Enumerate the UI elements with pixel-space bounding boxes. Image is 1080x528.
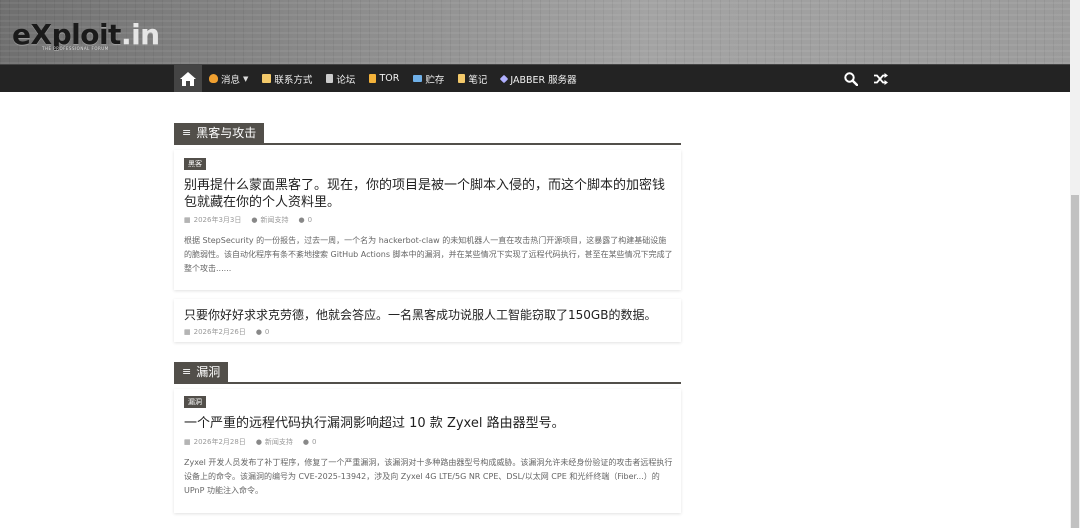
category-badge[interactable]: 漏洞: [184, 396, 206, 408]
section-heading-hacking: ≡ 黑客与攻击: [174, 123, 681, 145]
scrollbar-thumb[interactable]: [1071, 195, 1079, 528]
nav-label: 笔记: [468, 74, 488, 86]
nav-label: 贮存: [425, 74, 445, 86]
folder-icon: [413, 75, 423, 82]
post-meta: ▦ 2026年2月26日 ● 0: [184, 327, 269, 337]
category-badge[interactable]: 黑客: [184, 158, 206, 170]
nav-label: 论坛: [336, 74, 356, 86]
nav-item-notes[interactable]: 笔记: [451, 65, 494, 92]
nav-label: 消息: [221, 74, 241, 86]
flame-icon: [209, 74, 218, 83]
header-texture: [0, 0, 1080, 64]
nav-item-tor[interactable]: TOR: [362, 65, 406, 92]
site-header: eXploit.in THE PROFESSIONAL FORUM: [0, 0, 1080, 64]
nav-label: TOR: [379, 73, 400, 84]
nav-label: 联系方式: [274, 74, 313, 86]
nav-tools: [844, 65, 888, 92]
post-comments[interactable]: ● 0: [298, 216, 312, 224]
post-excerpt: 根据 StepSecurity 的一份报告，过去一周，一个名为 hackerbo…: [184, 236, 673, 273]
page-scrollbar[interactable]: [1070, 0, 1080, 528]
notebook-icon: [458, 74, 466, 83]
post-author-text: 新闻支持: [260, 216, 289, 224]
post-meta: ▦ 2026年2月28日 ● 新闻支持 ● 0: [184, 437, 317, 447]
section-title-tag[interactable]: ≡ 黑客与攻击: [174, 123, 265, 143]
chevron-down-icon: ▼: [243, 74, 249, 83]
post-comments[interactable]: ● 0: [256, 328, 270, 336]
post-comments-count: 0: [307, 216, 313, 224]
section-divider: [174, 382, 681, 384]
main-navbar: 消息 ▼ 联系方式 论坛 TOR 贮存 笔记 JABBER 服务器: [0, 64, 1080, 92]
logo-tagline: THE PROFESSIONAL FORUM: [42, 46, 109, 51]
comment-icon: ●: [255, 328, 262, 336]
section-heading-vulnerabilities: ≡ 漏洞: [174, 362, 681, 384]
notepad-icon: [262, 74, 272, 83]
user-icon: ●: [251, 216, 258, 224]
home-button[interactable]: [174, 65, 202, 92]
post-date-text: 2026年2月28日: [193, 438, 246, 446]
post-card: 黑客 别再提什么蒙面黑客了。现在，你的项目是被一个脚本入侵的，而这个脚本的加密钱…: [174, 150, 681, 290]
menu-lines-icon: ≡: [182, 365, 192, 378]
post-author-text: 新闻支持: [264, 438, 293, 446]
nav-item-jabber[interactable]: JABBER 服务器: [494, 65, 583, 92]
nav-item-contact[interactable]: 联系方式: [255, 65, 319, 92]
menu-lines-icon: ≡: [182, 126, 192, 139]
trash-icon: [326, 74, 334, 83]
post-date[interactable]: ▦ 2026年2月26日: [184, 327, 246, 337]
nav-item-forum[interactable]: 论坛: [319, 65, 362, 92]
calendar-icon: ▦: [184, 438, 191, 446]
post-meta: ▦ 2026年3月3日 ● 新闻支持 ● 0: [184, 215, 312, 225]
post-date-text: 2026年3月3日: [193, 216, 242, 224]
post-author[interactable]: ● 新闻支持: [256, 437, 293, 447]
section-title: 漏洞: [196, 365, 221, 379]
nav-label: JABBER 服务器: [510, 74, 577, 86]
lock-icon: [369, 74, 377, 83]
nav-item-storage[interactable]: 贮存: [406, 65, 451, 92]
rocket-icon: [500, 74, 509, 83]
post-comments[interactable]: ● 0: [303, 438, 317, 446]
post-date-text: 2026年2月26日: [193, 328, 246, 336]
post-excerpt: Zyxel 开发人员发布了补丁程序，修复了一个严重漏洞，该漏洞对十多种路由器型号…: [184, 458, 673, 495]
shuffle-icon[interactable]: [874, 72, 888, 85]
post-comments-count: 0: [264, 328, 270, 336]
search-icon[interactable]: [844, 71, 858, 86]
post-card: 漏洞 一个严重的远程代码执行漏洞影响超过 10 款 Zyxel 路由器型号。 ▦…: [174, 389, 681, 513]
user-icon: ●: [255, 438, 262, 446]
post-date[interactable]: ▦ 2026年3月3日: [184, 215, 241, 225]
post-author[interactable]: ● 新闻支持: [251, 215, 288, 225]
nav-menu: 消息 ▼ 联系方式 论坛 TOR 贮存 笔记 JABBER 服务器: [174, 65, 584, 92]
home-icon: [180, 71, 196, 86]
calendar-icon: ▦: [184, 216, 191, 224]
section-title-tag[interactable]: ≡ 漏洞: [174, 362, 229, 382]
post-date[interactable]: ▦ 2026年2月28日: [184, 437, 246, 447]
comment-icon: ●: [302, 438, 310, 446]
post-card: 只要你好好求求克劳德，他就会答应。一名黑客成功说服人工智能窃取了150GB的数据…: [174, 299, 681, 342]
calendar-icon: ▦: [184, 328, 191, 336]
post-comments-count: 0: [312, 438, 317, 446]
post-title[interactable]: 一个严重的远程代码执行漏洞影响超过 10 款 Zyxel 路由器型号。: [184, 415, 674, 432]
nav-item-news[interactable]: 消息 ▼: [202, 65, 255, 92]
post-title[interactable]: 别再提什么蒙面黑客了。现在，你的项目是被一个脚本入侵的，而这个脚本的加密钱包就藏…: [184, 177, 674, 211]
section-divider: [174, 143, 681, 145]
section-title: 黑客与攻击: [196, 126, 257, 140]
comment-icon: ●: [298, 216, 305, 224]
site-logo[interactable]: eXploit.in THE PROFESSIONAL FORUM: [12, 14, 160, 52]
post-title[interactable]: 只要你好好求求克劳德，他就会答应。一名黑客成功说服人工智能窃取了150GB的数据…: [184, 307, 674, 324]
